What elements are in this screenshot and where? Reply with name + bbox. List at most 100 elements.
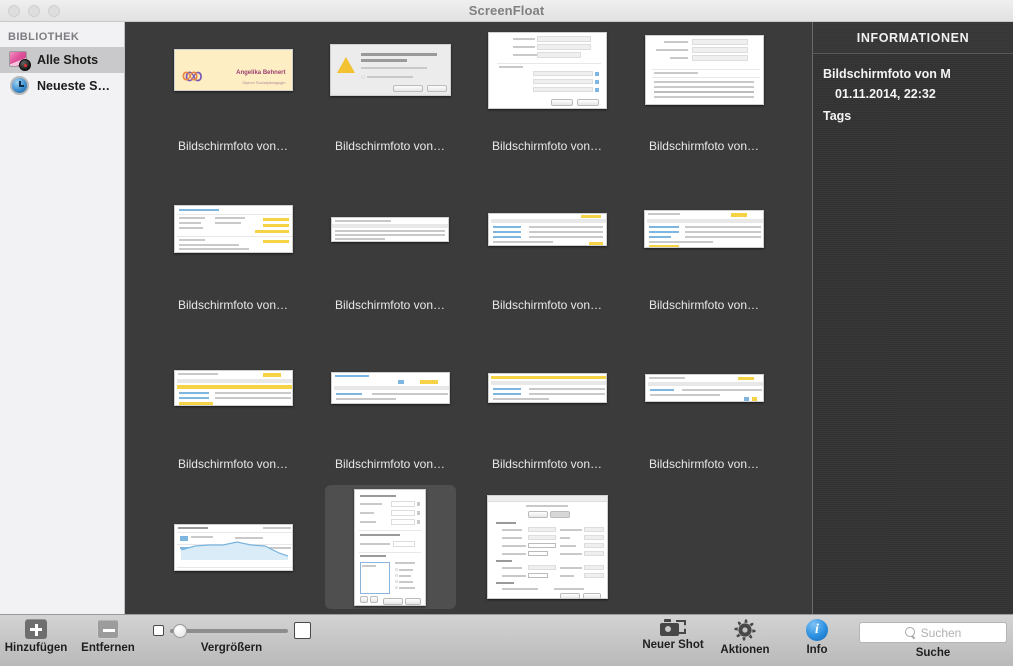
shots-grid-area[interactable]: ∞ ∞ Angelika Behnert Diplom Sozialpädagog…	[125, 22, 813, 614]
shot-item[interactable]: Bildschirmfoto von…	[626, 316, 783, 475]
shot-thumbnail[interactable]	[168, 167, 299, 291]
shot-caption: Bildschirmfoto von…	[177, 457, 289, 471]
chart-area-svg	[180, 540, 288, 560]
search-field[interactable]: Suchen	[859, 622, 1007, 643]
add-button-label: Hinzufügen	[4, 642, 68, 654]
shot-caption: Bildschirmfoto von…	[648, 139, 760, 153]
shot-preview-prefs	[486, 495, 608, 599]
search-placeholder: Suchen	[920, 625, 962, 640]
shot-thumbnail[interactable]	[325, 22, 456, 132]
shot-preview-table5	[487, 373, 607, 403]
shot-item[interactable]: Bildschirmfoto von…	[155, 157, 312, 316]
main-area: BIBLIOTHEK Alle Shots Neueste S… ∞ ∞ Ang…	[0, 22, 1013, 614]
shot-item[interactable]: Bildschirmfoto von…	[469, 157, 626, 316]
info-tags-label[interactable]: Tags	[813, 101, 1013, 123]
shot-preview-form2	[644, 35, 764, 105]
app-window: ScreenFloat BIBLIOTHEK Alle Shots Neuest…	[0, 0, 1013, 666]
zoom-slider-thumb[interactable]	[172, 623, 187, 638]
shot-preview-table6	[644, 374, 764, 402]
shot-item[interactable]: Bildschirmfoto von M	[469, 475, 626, 614]
info-button-label: Info	[806, 644, 828, 656]
shot-item[interactable]: Bildschirmfoto von…	[155, 316, 312, 475]
shot-preview-table	[487, 212, 607, 246]
shot-thumbnail[interactable]	[324, 485, 456, 609]
shot-preview-minitable	[331, 216, 449, 242]
search-label: Suche	[915, 647, 951, 659]
shot-item[interactable]: Bildschirmfoto von…	[312, 157, 469, 316]
sidebar-item-alle-shots[interactable]: Alle Shots	[0, 47, 124, 73]
shot-item[interactable]: Bildschirmfoto von…	[312, 22, 469, 157]
large-thumbnail-icon	[293, 622, 311, 639]
zoom-slider-group[interactable]: Vergrößern	[144, 615, 319, 654]
minus-icon	[97, 619, 119, 639]
shot-preview-logo: ∞ ∞ Angelika Behnert Diplom Sozialpädagog…	[173, 49, 293, 91]
camera-icon	[660, 619, 686, 636]
shot-caption: Bildschirmfoto von…	[334, 457, 446, 471]
info-icon: i	[806, 619, 828, 641]
shot-preview-table4	[330, 372, 450, 404]
shot-thumbnail[interactable]	[639, 22, 770, 132]
info-shot-date: 01.11.2014, 22:32	[835, 87, 936, 101]
shot-caption: Bildschirmfoto von…	[648, 457, 760, 471]
shot-thumbnail[interactable]	[325, 326, 456, 450]
info-panel-header: INFORMATIONEN	[813, 22, 1013, 54]
shot-thumbnail[interactable]	[325, 167, 456, 291]
shot-caption: Bildschirmfoto von…	[334, 139, 446, 153]
remove-button-label: Entfernen	[81, 642, 135, 654]
shot-item[interactable]: Bildschirmfoto von…	[312, 316, 469, 475]
sidebar: BIBLIOTHEK Alle Shots Neueste S…	[0, 22, 125, 614]
add-button[interactable]: Hinzufügen	[0, 615, 72, 654]
shot-thumbnail[interactable]	[168, 326, 299, 450]
shot-caption: Bildschirmfoto von…	[491, 457, 603, 471]
shot-preview-alert	[329, 44, 451, 96]
shot-thumbnail[interactable]	[639, 326, 770, 450]
shot-caption: Bildschirmfoto von…	[648, 298, 760, 312]
shot-thumbnail[interactable]	[482, 167, 613, 291]
shot-item[interactable]: Bildschirmfoto von…	[469, 22, 626, 157]
shot-thumbnail[interactable]	[482, 485, 613, 609]
remove-button[interactable]: Entfernen	[72, 615, 144, 654]
shot-thumbnail[interactable]	[639, 167, 770, 291]
clock-icon	[9, 75, 31, 97]
shot-thumbnail[interactable]	[482, 22, 613, 132]
shot-preview-panel	[173, 205, 293, 253]
shot-item[interactable]: ∞ ∞ Angelika Behnert Diplom Sozialpädagog…	[155, 22, 312, 157]
shot-caption: Bildschirmfoto von…	[177, 139, 289, 153]
shot-caption: Bildschirmfoto von…	[491, 298, 603, 312]
sidebar-section-header: BIBLIOTHEK	[8, 31, 80, 43]
shot-item[interactable]: Bildschirmfoto von…	[155, 475, 312, 614]
shot-item-selected[interactable]: Bildschirmfoto von M	[312, 475, 469, 614]
info-panel-body: Bildschirmfoto von M 01.11.2014, 22:32 T…	[813, 54, 1013, 123]
chart-sparkline	[180, 534, 288, 560]
shot-caption: Bildschirmfoto von…	[177, 298, 289, 312]
shot-preview-dialog	[354, 488, 426, 606]
info-button[interactable]: i Info	[781, 615, 853, 656]
new-shot-button[interactable]: Neuer Shot	[637, 615, 709, 651]
shot-thumbnail[interactable]	[168, 485, 299, 609]
shot-preview-table2	[644, 210, 764, 248]
shot-caption: Bildschirmfoto von…	[491, 139, 603, 153]
new-shot-button-label: Neuer Shot	[642, 639, 704, 651]
plus-icon	[25, 619, 47, 639]
shots-grid: ∞ ∞ Angelika Behnert Diplom Sozialpädagog…	[125, 22, 812, 614]
info-panel: INFORMATIONEN Bildschirmfoto von M 01.11…	[813, 22, 1013, 614]
all-shots-icon	[9, 49, 31, 71]
shot-item[interactable]: Bildschirmfoto von…	[626, 157, 783, 316]
sidebar-item-label: Neueste S…	[37, 79, 110, 93]
gear-icon	[734, 619, 756, 641]
shot-preview-table3	[173, 370, 293, 406]
sidebar-item-label: Alle Shots	[37, 53, 99, 67]
shot-thumbnail[interactable]: ∞ ∞ Angelika Behnert Diplom Sozialpädagog…	[168, 22, 299, 132]
zoom-slider-label: Vergrößern	[200, 642, 263, 654]
shot-item[interactable]: Bildschirmfoto von…	[626, 22, 783, 157]
actions-button[interactable]: Aktionen	[709, 615, 781, 656]
shot-preview-form	[487, 31, 607, 109]
zoom-slider-track[interactable]	[169, 623, 288, 638]
search-icon	[904, 627, 916, 638]
bottom-toolbar: Hinzufügen Entfernen Vergrößern Neuer Sh…	[0, 614, 1013, 666]
search-group[interactable]: Suchen Suche	[853, 615, 1013, 659]
sidebar-item-neueste-shots[interactable]: Neueste S…	[0, 73, 124, 99]
shot-item[interactable]: Bildschirmfoto von…	[469, 316, 626, 475]
shot-thumbnail[interactable]	[482, 326, 613, 450]
info-shot-name: Bildschirmfoto von M	[823, 67, 951, 81]
